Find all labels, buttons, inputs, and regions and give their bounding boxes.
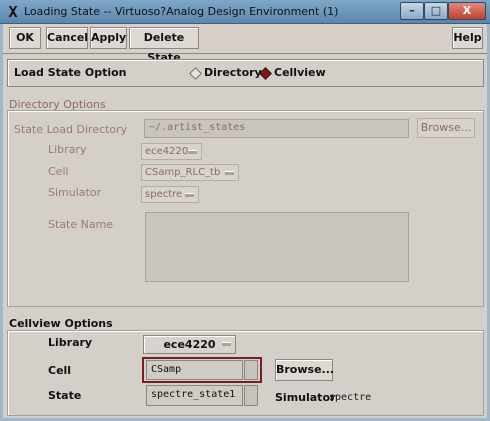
cellview-cell-field[interactable]: CSamp [146,360,243,380]
ok-button[interactable]: OK [9,27,41,49]
x-app-icon: X [8,3,18,21]
help-button[interactable]: Help [452,27,483,49]
window-title: Loading State -- Virtuoso?Analog Design … [24,5,339,18]
state-load-directory-field[interactable]: ~/.artist_states [144,119,409,138]
cycle-mark-icon [185,193,194,197]
cell-field-scroll-icon[interactable] [244,360,258,380]
directory-cell-cycle[interactable]: CSamp_RLC_tb [141,164,239,181]
cellview-simulator-label: Simulator [275,391,336,404]
cellview-simulator-value: spectre [329,392,372,403]
cellview-library-label: Library [48,336,93,349]
state-name-list[interactable] [145,212,409,282]
directory-cell-label: Cell [48,165,69,178]
cycle-mark-icon [225,171,234,175]
cellview-state-field[interactable]: spectre_state1 [146,385,243,406]
cellview-library-value: ece4220 [163,338,216,351]
minimize-button[interactable]: – [400,2,424,20]
directory-simulator-cycle[interactable]: spectre [141,186,199,203]
cellview-radio-label[interactable]: Cellview [274,66,326,79]
delete-state-button[interactable]: Delete State [129,27,199,64]
cellview-state-label: State [48,389,82,402]
state-name-label: State Name [48,218,114,231]
cellview-library-cycle[interactable]: ece4220 [143,335,236,354]
cycle-mark-icon [222,342,231,346]
close-button[interactable]: X [448,2,486,20]
directory-simulator-value: spectre [145,189,183,200]
maximize-button[interactable]: □ [424,2,448,20]
directory-library-label: Library [48,143,87,156]
state-load-directory-label: State Load Directory [14,123,128,136]
state-field-scroll-icon[interactable] [244,385,258,406]
cycle-mark-icon [188,150,197,154]
directory-library-value: ece4220 [145,146,189,157]
directory-library-cycle[interactable]: ece4220 [141,143,202,160]
directory-cell-value: CSamp_RLC_tb [145,167,221,178]
load-state-option-label: Load State Option [14,66,127,79]
apply-button[interactable]: Apply [90,27,127,49]
directory-browse-button[interactable]: Browse... [417,118,475,138]
cancel-button[interactable]: Cancel [46,27,88,49]
cellview-options-title: Cellview Options [9,317,113,330]
directory-simulator-label: Simulator [48,186,102,199]
cellview-cell-label: Cell [48,364,72,377]
cellview-browse-button[interactable]: Browse... [275,359,334,381]
directory-radio-label[interactable]: Directory [204,66,262,79]
